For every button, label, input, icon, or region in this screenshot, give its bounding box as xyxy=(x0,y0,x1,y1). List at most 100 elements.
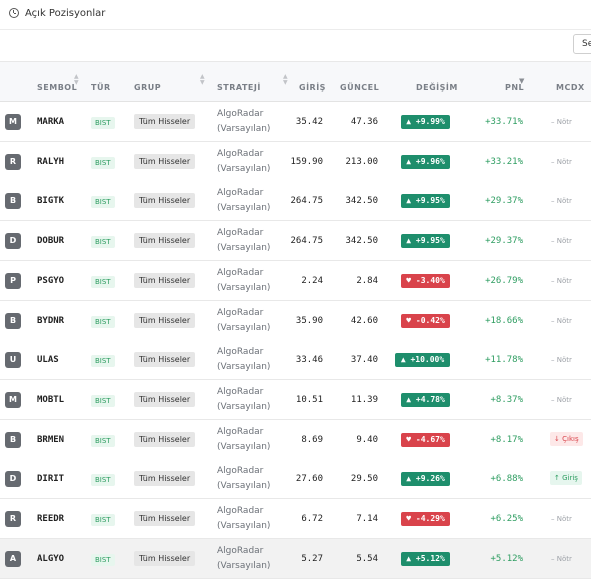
mcdx-signal-icon: – xyxy=(551,395,555,404)
group-badge: Tüm Hisseler xyxy=(134,153,196,169)
strategy-name: AlgoRadar (Varsayılan) xyxy=(217,466,271,492)
current-price: 9.40 xyxy=(356,434,378,445)
change-badge: ▲ +9.26% xyxy=(401,472,450,487)
col-grup[interactable]: GRUP xyxy=(134,83,161,92)
group-badge: Tüm Hisseler xyxy=(134,550,196,566)
change-arrow-icon: ▲ xyxy=(406,117,412,126)
mcdx-signal-icon: – xyxy=(551,118,555,126)
current-price: 5.54 xyxy=(356,553,378,564)
symbol-avatar: B xyxy=(5,431,21,448)
table-row[interactable]: M MARKA BIST Tüm Hisseler AlgoRadar (Vars… xyxy=(0,102,591,142)
symbol-code[interactable]: BRMEN xyxy=(37,435,64,445)
change-arrow-icon: ♥ xyxy=(406,315,412,325)
entry-price: 8.69 xyxy=(301,434,323,445)
pnl-value: +18.66% xyxy=(485,315,523,326)
current-price: 42.60 xyxy=(350,315,378,326)
mcdx-signal-icon: – xyxy=(551,197,555,206)
sort-icon[interactable]: ▲ ▼ xyxy=(74,74,79,86)
change-badge: ▲ +9.95% xyxy=(401,234,450,249)
symbol-code[interactable]: ULAS xyxy=(37,355,59,365)
col-strateji[interactable]: STRATEJİ xyxy=(217,83,261,92)
group-badge: Tüm Hisseler xyxy=(134,233,196,249)
mcdx-signal: – Nötr xyxy=(551,118,572,126)
sort-icon[interactable]: ▲ ▼ xyxy=(200,74,205,86)
mcdx-signal-icon: ↑ xyxy=(554,474,560,483)
type-badge: BIST xyxy=(91,236,115,249)
strategy-name: AlgoRadar (Varsayılan) xyxy=(217,148,271,174)
type-badge: BIST xyxy=(91,156,115,169)
change-badge: ▲ +9.95% xyxy=(401,194,450,209)
current-price: 7.14 xyxy=(356,514,378,524)
mcdx-signal-icon: – xyxy=(551,356,555,365)
symbol-code[interactable]: DIRIT xyxy=(37,474,64,484)
pnl-value: +26.79% xyxy=(485,275,523,286)
change-arrow-icon: ▲ xyxy=(406,196,412,206)
filter-bar: Se xyxy=(0,30,591,62)
symbol-code[interactable]: RALYH xyxy=(37,157,64,167)
group-badge: Tüm Hisseler xyxy=(134,391,196,407)
table-row[interactable]: P PSGYO BIST Tüm Hisseler AlgoRadar (Vars… xyxy=(0,260,591,301)
table-row[interactable]: B BYDNR BIST Tüm Hisseler AlgoRadar (Vars… xyxy=(0,300,591,341)
symbol-code[interactable]: REEDR xyxy=(37,514,64,524)
table-row[interactable]: M MOBTL BIST Tüm Hisseler AlgoRadar (Vars… xyxy=(0,379,591,420)
col-tur[interactable]: TÜR xyxy=(91,83,111,92)
symbol-code[interactable]: BIGTK xyxy=(37,196,64,206)
table-row[interactable]: R REEDR BIST Tüm Hisseler AlgoRadar (Vars… xyxy=(0,499,591,539)
table-row[interactable]: D DOBUR BIST Tüm Hisseler AlgoRadar (Vars… xyxy=(0,221,591,262)
mcdx-signal: – Nötr xyxy=(551,554,572,563)
entry-price: 27.60 xyxy=(295,474,323,485)
table-row[interactable]: B BIGTK BIST Tüm Hisseler AlgoRadar (Vars… xyxy=(0,181,591,222)
symbol-code[interactable]: MARKA xyxy=(37,117,64,127)
entry-price: 35.42 xyxy=(295,117,323,127)
group-badge: Tüm Hisseler xyxy=(134,272,196,288)
type-badge: BIST xyxy=(91,553,115,566)
search-button[interactable]: Se xyxy=(573,34,591,54)
group-badge: Tüm Hisseler xyxy=(134,193,196,209)
table-row[interactable]: U ULAS BIST Tüm Hisseler AlgoRadar (Varsa… xyxy=(0,340,591,381)
entry-price: 33.46 xyxy=(295,355,323,366)
pnl-value: +33.71% xyxy=(485,117,523,127)
group-badge: Tüm Hisseler xyxy=(134,312,196,328)
type-badge: BIST xyxy=(91,117,115,129)
col-mcdx[interactable]: MCDX xyxy=(556,83,585,92)
entry-price: 264.75 xyxy=(290,236,323,247)
symbol-code[interactable]: MOBTL xyxy=(37,395,64,405)
mcdx-signal: – Nötr xyxy=(551,276,572,285)
change-arrow-icon: ♥ xyxy=(406,275,412,285)
pnl-value: +33.21% xyxy=(485,156,523,167)
pnl-value: +6.25% xyxy=(490,514,523,524)
col-guncel[interactable]: GÜNCEL xyxy=(340,83,379,92)
type-badge: BIST xyxy=(91,394,115,407)
table-row[interactable]: D DIRIT BIST Tüm Hisseler AlgoRadar (Vars… xyxy=(0,459,591,500)
symbol-code[interactable]: PSGYO xyxy=(37,276,64,286)
col-sembol[interactable]: SEMBOL xyxy=(37,83,77,92)
current-price: 29.50 xyxy=(350,474,378,485)
table-row[interactable]: B BRMEN BIST Tüm Hisseler AlgoRadar (Vars… xyxy=(0,419,591,460)
pnl-value: +29.37% xyxy=(485,196,523,207)
type-badge: BIST xyxy=(91,355,115,368)
pnl-value: +29.37% xyxy=(485,236,523,247)
sort-desc-icon[interactable]: ▼ xyxy=(519,78,524,85)
entry-price: 5.27 xyxy=(301,553,323,564)
type-badge: BIST xyxy=(91,196,115,209)
table-header: SEMBOL ▲ ▼ TÜR GRUP ▲ ▼ STRATEJİ ▲ ▼ GİRİŞ … xyxy=(0,62,591,102)
col-giris[interactable]: GİRİŞ xyxy=(299,83,326,92)
change-badge: ▲ +4.78% xyxy=(401,392,450,407)
mcdx-signal-icon: – xyxy=(551,316,555,325)
symbol-code[interactable]: ALGYO xyxy=(37,554,64,564)
mcdx-signal-icon: – xyxy=(551,276,555,285)
table-row[interactable]: R RALYH BIST Tüm Hisseler AlgoRadar (Vars… xyxy=(0,141,591,182)
symbol-avatar: M xyxy=(5,114,21,130)
panel-title: Açık Pozisyonlar xyxy=(25,8,106,19)
change-badge: ♥ -0.42% xyxy=(401,313,450,328)
table-row[interactable]: A ALGYO BIST Tüm Hisseler AlgoRadar (Vars… xyxy=(0,538,591,579)
change-arrow-icon: ♥ xyxy=(406,434,412,444)
symbol-code[interactable]: BYDNR xyxy=(37,316,64,326)
change-arrow-icon: ▲ xyxy=(406,236,412,246)
symbol-code[interactable]: DOBUR xyxy=(37,236,64,246)
sort-icon[interactable]: ▲ ▼ xyxy=(283,74,288,86)
mcdx-signal: – Nötr xyxy=(551,157,572,166)
change-badge: ♥ -3.40% xyxy=(401,273,450,288)
col-degisim[interactable]: DEĞİŞİM xyxy=(416,83,458,92)
type-badge: BIST xyxy=(91,434,115,447)
